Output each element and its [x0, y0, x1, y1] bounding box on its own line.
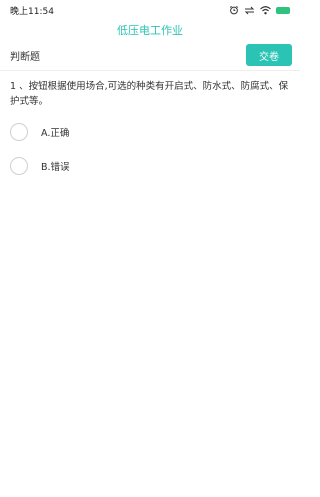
option-b[interactable]: B.错误	[10, 149, 300, 183]
option-a[interactable]: A.正确	[10, 115, 300, 149]
radio-button[interactable]	[10, 123, 28, 141]
submit-exam-button[interactable]: 交卷	[246, 44, 292, 66]
option-label: A.正确	[41, 128, 70, 139]
radio-button[interactable]	[10, 157, 28, 175]
battery-icon	[276, 6, 290, 14]
answer-options: A.正确 B.错误	[0, 109, 300, 183]
question-type-label: 判断题	[10, 51, 40, 63]
alarm-icon	[229, 5, 239, 15]
status-time: 晚上11:54	[10, 6, 54, 17]
wifi-icon	[260, 5, 271, 15]
title-bar: 低压电工作业	[0, 20, 300, 40]
status-bar: 晚上11:54	[0, 0, 300, 20]
question-text: 1 、按钮根据使用场合,可选的种类有开启式、防水式、防腐式、保护式等。	[10, 81, 289, 107]
option-label: B.错误	[41, 162, 70, 173]
status-icons	[229, 5, 290, 15]
question-toolbar: 判断题 交卷	[0, 40, 300, 71]
app-title: 低压电工作业	[117, 24, 183, 37]
data-icon	[244, 6, 255, 15]
